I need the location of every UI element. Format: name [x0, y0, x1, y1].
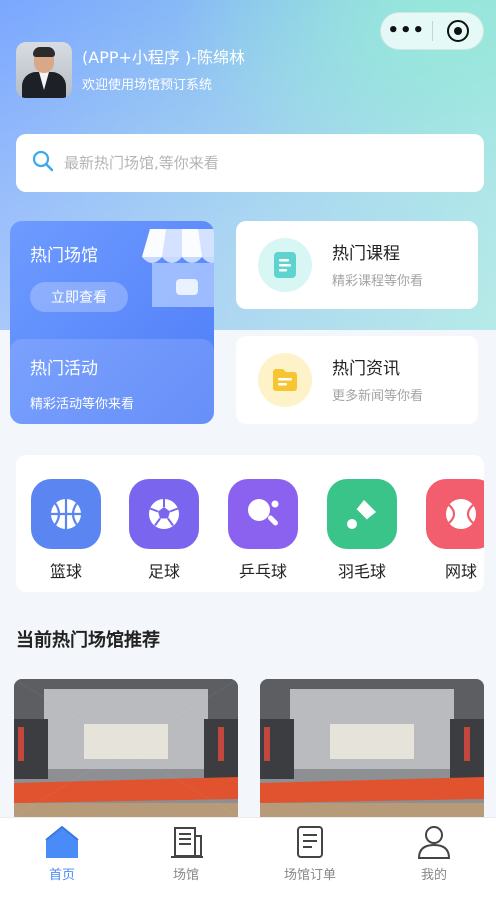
sport-item-badminton[interactable]: 羽毛球	[326, 479, 398, 582]
sport-category-list: 篮球 足球 乒乓球 羽毛球 网球	[16, 455, 484, 592]
sport-label: 羽毛球	[337, 562, 386, 581]
tab-label: 场馆	[172, 868, 199, 883]
search-icon	[32, 150, 54, 176]
shop-icon	[142, 229, 214, 307]
venue-photo[interactable]	[14, 679, 238, 817]
hot-course-subtitle: 精彩课程等你看	[332, 274, 424, 289]
home-icon	[45, 825, 79, 858]
bottom-tab-bar: 首页 场馆 场馆订单 我的	[0, 817, 496, 901]
sport-label: 足球	[147, 562, 180, 581]
view-now-button[interactable]: 立即查看	[30, 282, 128, 312]
user-icon	[417, 826, 451, 859]
profile-name: (APP+小程序 )-陈绵林	[82, 48, 245, 67]
document-icon	[258, 238, 312, 292]
folder-icon	[258, 353, 312, 407]
avatar[interactable]	[16, 42, 72, 98]
search-input[interactable]	[64, 154, 444, 172]
sport-item-table-tennis[interactable]: 乒乓球	[227, 479, 299, 582]
venue-building-icon	[171, 827, 203, 858]
hot-venue-card[interactable]: 热门场馆 立即查看 热门活动 精彩活动等你来看	[10, 221, 214, 424]
order-list-icon	[297, 826, 323, 858]
hot-activity-title: 热门活动	[30, 359, 98, 379]
sport-item-tennis[interactable]: 网球	[425, 479, 484, 582]
hot-news-card[interactable]: 热门资讯 更多新闻等你看	[236, 336, 478, 424]
hot-venue-title: 热门场馆	[30, 246, 98, 266]
badminton-icon	[327, 479, 397, 549]
profile-text: (APP+小程序 )-陈绵林 欢迎使用场馆预订系统	[82, 47, 245, 93]
profile-header: (APP+小程序 )-陈绵林 欢迎使用场馆预订系统	[16, 42, 245, 98]
tab-label: 场馆订单	[283, 868, 336, 883]
football-icon	[129, 479, 199, 549]
tab-home[interactable]: 首页	[0, 818, 124, 901]
sport-item-basketball[interactable]: 篮球	[30, 479, 102, 582]
more-dots-icon[interactable]: •••	[381, 13, 432, 49]
sport-label: 篮球	[49, 562, 82, 581]
hot-activity-subtitle: 精彩活动等你来看	[30, 397, 135, 412]
miniprogram-capsule: •••	[380, 12, 484, 50]
section-title: 当前热门场馆推荐	[16, 630, 160, 651]
hot-news-title: 热门资讯	[332, 359, 400, 379]
tab-venue[interactable]: 场馆	[124, 818, 248, 901]
tab-venue-orders[interactable]: 场馆订单	[248, 818, 372, 901]
hot-course-card[interactable]: 热门课程 精彩课程等你看	[236, 221, 478, 309]
hot-course-title: 热门课程	[332, 244, 400, 264]
tab-mine[interactable]: 我的	[372, 818, 496, 901]
sport-label: 网球	[444, 562, 477, 581]
table-tennis-icon	[228, 479, 298, 549]
hot-news-subtitle: 更多新闻等你看	[332, 389, 424, 404]
search-bar[interactable]	[16, 134, 484, 192]
target-circle-icon[interactable]	[432, 13, 483, 49]
tab-label: 首页	[48, 868, 75, 883]
sport-item-football[interactable]: 足球	[128, 479, 200, 582]
profile-subtitle: 欢迎使用场馆预订系统	[82, 78, 213, 93]
tennis-icon	[426, 479, 484, 549]
venue-photo[interactable]	[260, 679, 484, 817]
tab-label: 我的	[420, 868, 447, 883]
basketball-icon	[31, 479, 101, 549]
sport-label: 乒乓球	[238, 562, 287, 581]
